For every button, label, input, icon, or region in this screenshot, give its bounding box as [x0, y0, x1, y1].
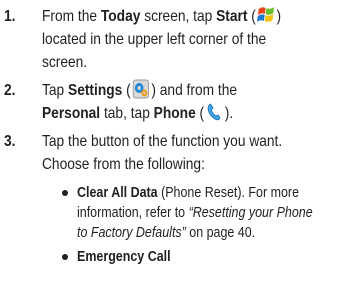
- bullet-line: information, refer to “Resetting your Ph…: [77, 205, 313, 221]
- step-line: Personal tab, tap Phone ().: [42, 102, 330, 125]
- instruction-page: 1. From the Today screen, tap Start () l…: [0, 0, 352, 286]
- step-line: From the Today screen, tap Start (): [42, 5, 330, 28]
- emergency-call-label: Emergency Call: [77, 249, 171, 265]
- windows-start-flag-icon: [256, 5, 276, 25]
- bullet-icon: [62, 190, 68, 196]
- today-label: Today: [100, 8, 141, 25]
- clear-all-data-label: Clear All Data: [77, 185, 158, 201]
- phone-label: Phone: [153, 105, 196, 122]
- personal-label: Personal: [42, 105, 101, 122]
- bullet-text: Clear All Data (Phone Reset). For more i…: [77, 183, 352, 243]
- bullet-line: to Factory Defaults” on page 40.: [77, 225, 256, 241]
- settings-gears-icon: [132, 79, 151, 99]
- step-text: From the Today screen, tap Start () loca…: [42, 5, 330, 74]
- bullet-text: Emergency Call: [77, 247, 352, 267]
- phone-handset-icon: [205, 102, 224, 122]
- step-number: 1.: [4, 8, 16, 25]
- bullet-icon: [62, 254, 68, 260]
- step-number: 3.: [4, 133, 16, 150]
- bullet-line: Emergency Call: [77, 247, 352, 267]
- step-number: 2.: [4, 82, 16, 99]
- settings-label: Settings: [68, 82, 123, 99]
- step-text: Tap the button of the function you want.…: [42, 133, 283, 173]
- step-line: Tap Settings () and from the: [42, 79, 330, 102]
- step-text: Tap Settings () and from the Personal ta…: [42, 79, 330, 125]
- start-label: Start: [216, 8, 248, 25]
- bullet-line: Clear All Data (Phone Reset). For more: [77, 185, 300, 201]
